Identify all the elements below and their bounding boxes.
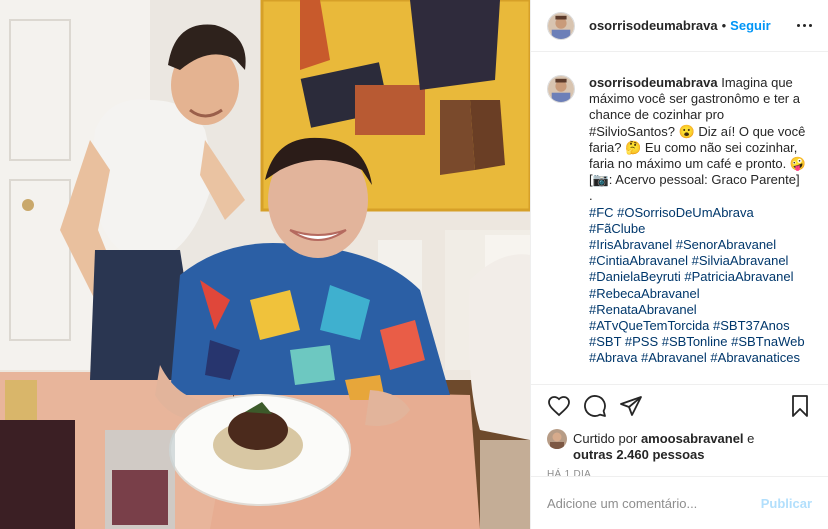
likes-connector: e (747, 431, 755, 446)
caption-line: #SilvioSantos? 😮 Diz aí! O que você fari… (589, 123, 807, 172)
more-icon[interactable] (797, 24, 812, 27)
likes-text: Curtido por amoosabravanel e outras 2.46… (573, 431, 754, 463)
caption-avatar[interactable] (547, 75, 575, 103)
caption-line: [📷: Acervo pessoal: Graco Parente] (589, 172, 800, 188)
hashtag-line[interactable]: #DanielaBeyruti #PatriciaAbravanel (589, 269, 809, 285)
comments-section[interactable]: osorrisodeumabrava Imagina que máximo vo… (531, 53, 828, 384)
comment-icon[interactable] (583, 394, 607, 418)
avatar-image (548, 76, 574, 102)
post-photo[interactable] (0, 0, 530, 529)
publish-button[interactable]: Publicar (761, 496, 812, 511)
add-comment-bar: Publicar (531, 476, 828, 529)
hashtag-line[interactable]: #SBT #PSS #SBTonline #SBTnaWeb (589, 334, 809, 350)
hashtag-line[interactable]: #IrisAbravanel #SenorAbravanel (589, 237, 809, 253)
action-icons (547, 393, 812, 419)
caption-text: osorrisodeumabrava Imagina que máximo vo… (589, 75, 809, 367)
share-icon[interactable] (619, 394, 643, 418)
header-username[interactable]: osorrisodeumabrava (589, 18, 718, 33)
follow-button[interactable]: Seguir (730, 18, 770, 33)
separator-dot: • (721, 18, 727, 33)
post-actions: Curtido por amoosabravanel e outras 2.46… (531, 384, 828, 480)
caption: osorrisodeumabrava Imagina que máximo vo… (547, 75, 812, 367)
hashtag-line[interactable]: #FãClube (589, 221, 809, 237)
heart-icon[interactable] (547, 394, 571, 418)
hashtag-list: #FC #OSorrisoDeUmAbrava #FãClube #IrisAbra… (589, 205, 809, 367)
avatar-image (547, 429, 567, 449)
caption-username[interactable]: osorrisodeumabrava (589, 75, 718, 90)
post-details-panel: osorrisodeumabrava • Seguir osorrisodeum… (530, 0, 828, 529)
hashtag-line[interactable]: #ATvQueTemTorcida #SBT37Anos (589, 318, 809, 334)
hashtag-line[interactable]: #FC #OSorrisoDeUmAbrava (589, 205, 809, 221)
post-header: osorrisodeumabrava • Seguir (531, 0, 828, 52)
comment-input[interactable] (547, 495, 761, 511)
likes-prefix: Curtido por (573, 431, 638, 446)
profile-avatar[interactable] (547, 11, 575, 40)
post-photo-illustration (0, 0, 530, 529)
likes-summary: Curtido por amoosabravanel e outras 2.46… (547, 429, 812, 463)
hashtag-line[interactable]: #RenataAbravanel (589, 302, 809, 318)
avatar-image (548, 12, 574, 39)
hashtag-line[interactable]: #CintiaAbravanel #SilviaAbravanel (589, 253, 809, 269)
liker-avatar[interactable] (547, 429, 567, 449)
caption-line: . (589, 188, 593, 204)
bookmark-icon[interactable] (788, 394, 812, 418)
hashtag-line[interactable]: #RebecaAbravanel (589, 286, 809, 302)
liker-username[interactable]: amoosabravanel (641, 431, 744, 446)
hashtag-line[interactable]: #Abrava #Abravanel #Abravanatices (589, 350, 809, 366)
likes-count[interactable]: outras 2.460 pessoas (573, 447, 705, 462)
